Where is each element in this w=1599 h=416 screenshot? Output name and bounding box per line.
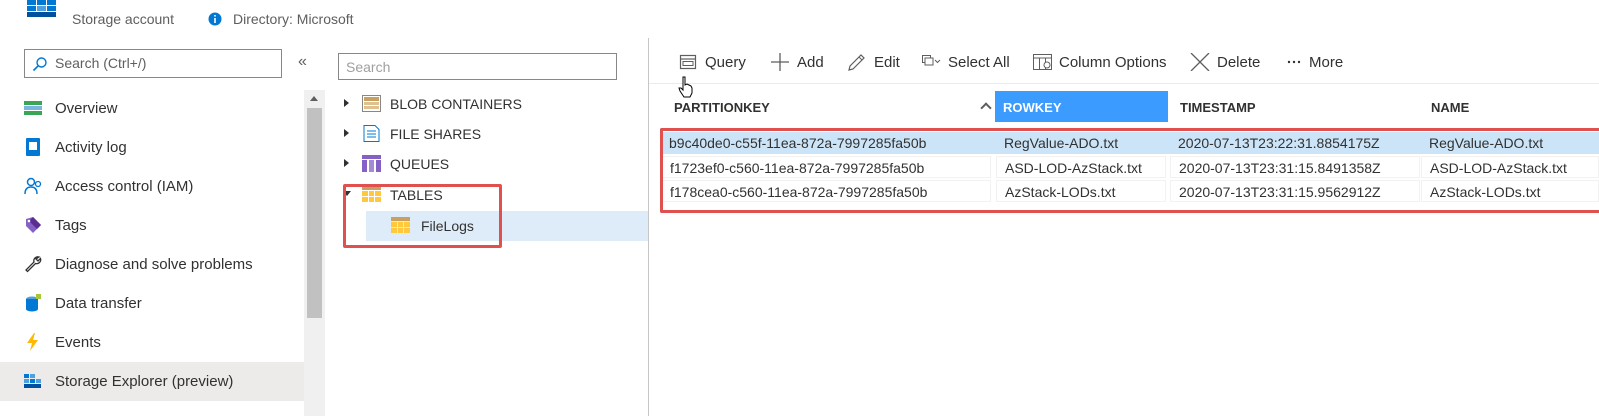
nav-item-label: Tags (55, 217, 87, 234)
nav-item-label: Storage Explorer (preview) (55, 373, 234, 390)
expand-caret-icon[interactable] (344, 159, 349, 167)
delete-label: Delete (1217, 54, 1261, 71)
collapse-menu-icon[interactable]: « (298, 53, 314, 71)
storage-account-logo (26, 0, 58, 18)
resource-type-subtitle: Storage account (72, 11, 174, 27)
select-all-button[interactable]: Select All (921, 52, 1011, 72)
table-toolbar: Query Add Edit Select All Column Options… (649, 38, 1599, 84)
sort-ascending-icon[interactable] (980, 102, 992, 114)
expand-caret-icon[interactable] (344, 99, 349, 107)
nav-item-overview[interactable]: Overview (0, 89, 304, 128)
tree-search-placeholder: Search (346, 59, 391, 75)
file-shares-icon (363, 125, 380, 142)
nav-item-label: Activity log (55, 139, 127, 156)
overview-icon (24, 101, 42, 115)
nav-item-label: Data transfer (55, 295, 142, 312)
delete-x-icon (1190, 53, 1210, 71)
ellipsis-icon (1287, 60, 1301, 64)
column-options-label: Column Options (1059, 54, 1167, 71)
page-header: Storage account Directory: Microsoft (0, 0, 1599, 38)
column-header-partitionkey[interactable]: PARTITIONKEY (666, 91, 995, 122)
query-button[interactable]: Query (679, 52, 749, 72)
tree-node-label: BLOB CONTAINERS (390, 96, 522, 112)
edit-button[interactable]: Edit (846, 52, 902, 72)
column-options-button[interactable]: Column Options (1033, 52, 1168, 72)
queues-icon (362, 155, 381, 172)
lightning-icon (27, 333, 38, 351)
tree-node-file-shares[interactable]: FILE SHARES (326, 119, 649, 149)
access-control-icon (24, 177, 42, 195)
directory-label: Directory: Microsoft (233, 11, 354, 27)
column-header-name[interactable]: NAME (1423, 91, 1599, 122)
nav-item-tags[interactable]: Tags (0, 206, 304, 245)
scroll-up-arrow-icon[interactable] (310, 96, 318, 101)
select-all-icon (922, 55, 941, 66)
tree-node-label: FILE SHARES (390, 126, 482, 142)
column-header-label: ROWKEY (1003, 100, 1062, 115)
scrollbar-thumb[interactable] (307, 108, 322, 318)
menu-scrollbar[interactable] (304, 90, 325, 416)
tree-node-blob-containers[interactable]: BLOB CONTAINERS (326, 89, 649, 119)
highlight-box-tables (343, 184, 502, 248)
column-header-label: NAME (1431, 100, 1470, 115)
info-icon (208, 12, 222, 26)
delete-button[interactable]: Delete (1190, 52, 1260, 72)
query-label: Query (705, 54, 746, 71)
storage-explorer-icon (24, 374, 41, 388)
plus-icon (771, 53, 789, 71)
column-header-label: PARTITIONKEY (674, 100, 770, 115)
column-options-icon (1033, 54, 1052, 70)
nav-item-data-transfer[interactable]: Data transfer (0, 284, 304, 323)
activity-log-icon (26, 138, 40, 156)
more-button[interactable]: More (1285, 52, 1345, 72)
column-header-label: TIMESTAMP (1180, 100, 1256, 115)
add-button[interactable]: Add (770, 52, 830, 72)
expand-caret-icon[interactable] (344, 129, 349, 137)
nav-item-label: Events (55, 334, 101, 351)
tag-icon (26, 217, 41, 233)
edit-label: Edit (874, 54, 900, 71)
nav-item-activity-log[interactable]: Activity log (0, 128, 304, 167)
nav-item-storage-explorer[interactable]: Storage Explorer (preview) (0, 362, 304, 401)
highlight-box-rows (660, 128, 1599, 213)
resource-menu: Search (Ctrl+/) « Overview Activity log … (0, 38, 325, 416)
hand-cursor-icon (678, 76, 693, 98)
nav-item-label: Overview (55, 100, 118, 117)
blob-containers-icon (362, 95, 381, 112)
tree-node-queues[interactable]: QUEUES (326, 149, 649, 179)
menu-search-placeholder: Search (Ctrl+/) (55, 55, 147, 71)
menu-search-input[interactable]: Search (Ctrl+/) (24, 49, 282, 78)
tree-node-label: QUEUES (390, 156, 450, 172)
column-header-timestamp[interactable]: TIMESTAMP (1172, 91, 1422, 122)
nav-item-events[interactable]: Events (0, 323, 304, 362)
wrench-icon (25, 256, 42, 273)
add-label: Add (797, 54, 824, 71)
tree-search-input[interactable]: Search (338, 53, 617, 80)
more-label: More (1309, 54, 1344, 71)
data-transfer-icon (26, 294, 41, 312)
search-icon (32, 57, 47, 72)
nav-item-label: Access control (IAM) (55, 178, 194, 195)
query-icon (679, 54, 697, 70)
select-all-label: Select All (948, 54, 1010, 71)
nav-item-diagnose[interactable]: Diagnose and solve problems (0, 245, 304, 284)
column-header-rowkey[interactable]: ROWKEY (995, 91, 1168, 122)
nav-item-label: Diagnose and solve problems (55, 256, 253, 273)
nav-item-access-control[interactable]: Access control (IAM) (0, 167, 304, 206)
pencil-icon (848, 54, 865, 71)
